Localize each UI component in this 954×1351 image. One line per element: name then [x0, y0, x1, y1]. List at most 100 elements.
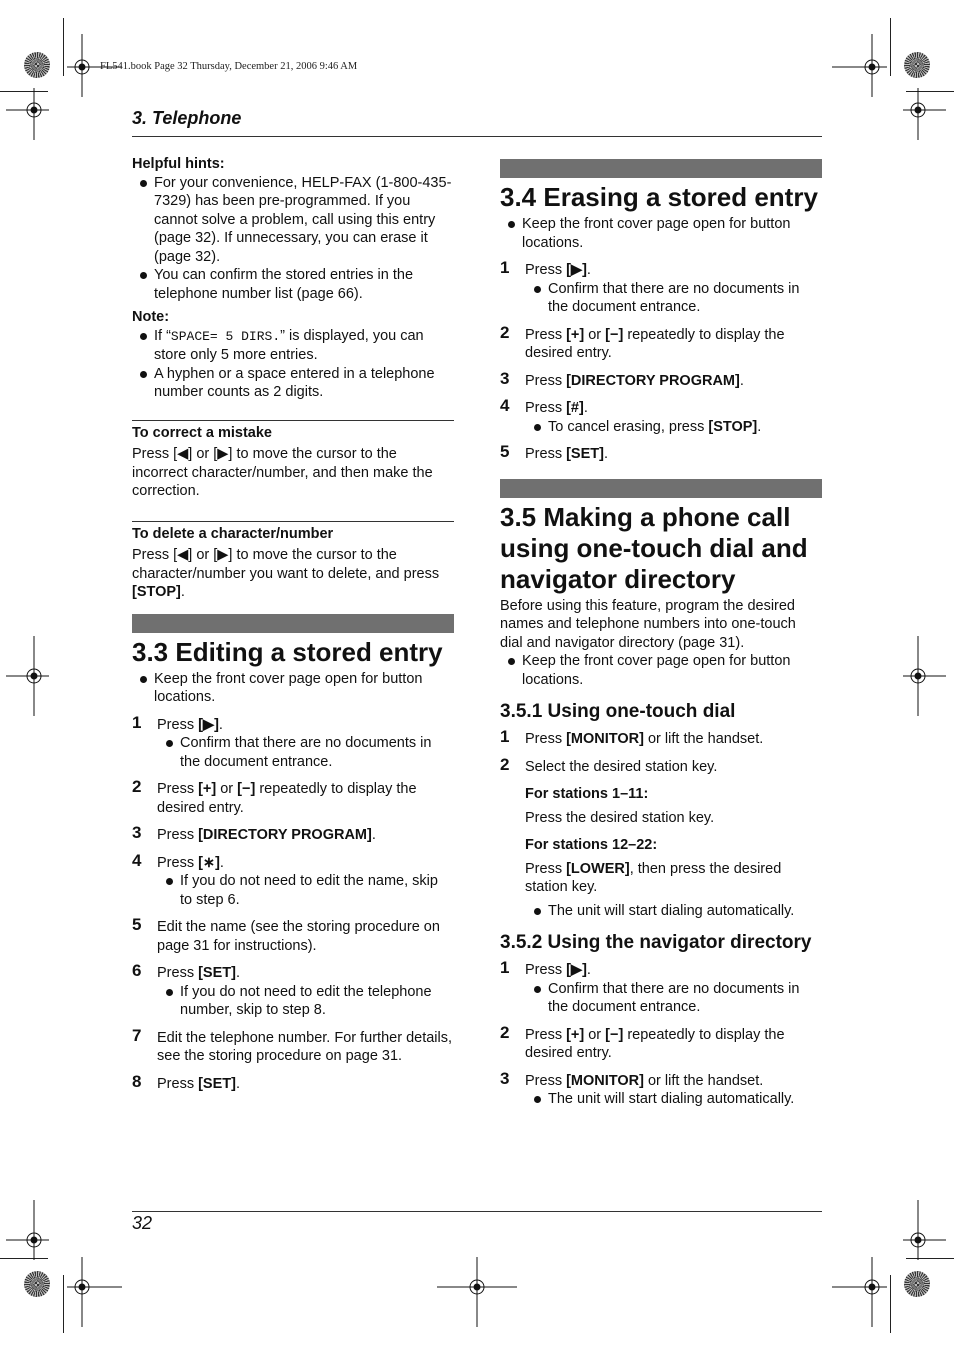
step-bullets: The unit will start dialing automaticall… — [525, 1090, 822, 1109]
list-item: If you do not need to edit the telephone… — [157, 983, 454, 1020]
text: . — [180, 584, 185, 600]
step-number: 4 — [500, 396, 510, 415]
registration-rosette-icon — [24, 1271, 50, 1297]
text: Press — [525, 262, 567, 278]
step-number: 1 — [500, 727, 510, 746]
list-item: The unit will start dialing automaticall… — [525, 902, 822, 921]
crosshair-icon — [832, 34, 887, 97]
right-arrow-key: [▶] — [566, 262, 587, 278]
text: . — [586, 962, 591, 978]
step-bullets: Confirm that there are no documents in t… — [525, 980, 822, 1017]
crosshair-icon — [903, 636, 946, 716]
text: Press — [157, 716, 199, 733]
list-item: Confirm that there are no documents in t… — [525, 980, 822, 1017]
step-number: 8 — [132, 1071, 142, 1091]
crosshair-icon — [832, 1257, 887, 1327]
correct-mistake-text: Press [◀] or [▶] to move the cursor to t… — [132, 446, 433, 499]
helpful-hints-list: For your convenience, HELP-FAX (1-800-43… — [132, 174, 454, 304]
list-item: Confirm that there are no documents in t… — [157, 734, 454, 771]
subsection-title-3-5-2: 3.5.2 Using the navigator directory — [500, 932, 812, 953]
step-bullets: Confirm that there are no documents in t… — [525, 280, 822, 317]
step: 5 Press [SET]. — [500, 442, 822, 464]
directory-program-key: [DIRECTORY PROGRAM] — [566, 372, 740, 389]
print-header: FL541.book Page 32 Thursday, December 21… — [100, 61, 358, 72]
section-title-3-5: 3.5 Making a phone call using one-touch … — [500, 501, 808, 594]
step-number: 7 — [132, 1025, 142, 1045]
crosshair-icon — [437, 1257, 517, 1327]
step: 1 Press [▶]. Confirm that there are no d… — [500, 958, 822, 1017]
pound-key: [#] — [566, 400, 584, 416]
text: Press — [525, 731, 567, 747]
step-number: 3 — [132, 823, 142, 842]
plus-key: [+] — [566, 1026, 585, 1043]
text: Select the desired station key. — [525, 758, 718, 775]
crosshair-icon — [6, 1200, 49, 1260]
footer-divider — [132, 1211, 822, 1212]
step-number: 2 — [500, 322, 510, 342]
crop-mark — [63, 1275, 64, 1333]
step-number: 3 — [500, 1068, 510, 1088]
crosshair-icon — [6, 636, 49, 716]
helpful-hints-title: Helpful hints: — [132, 156, 225, 172]
step-number: 5 — [500, 442, 510, 461]
correct-mistake-heading: To correct a mistake — [132, 424, 272, 441]
step-number: 1 — [500, 258, 510, 277]
list-item: Keep the front cover page open for butto… — [132, 670, 454, 707]
step: 3 Press [DIRECTORY PROGRAM]. — [500, 369, 822, 391]
text: Press — [525, 1072, 567, 1089]
page-number: 32 — [132, 1213, 153, 1233]
lower-key: [LOWER] — [566, 860, 630, 877]
delete-character-heading: To delete a character/number — [132, 525, 334, 542]
step-number: 6 — [132, 961, 142, 980]
text: To cancel erasing, press — [548, 418, 709, 435]
set-key: [SET] — [566, 446, 604, 462]
text: Press — [525, 1026, 567, 1043]
crop-mark — [906, 1258, 954, 1259]
text: . — [235, 1075, 240, 1092]
list-item: Keep the front cover page open for butto… — [500, 215, 822, 252]
stop-key: [STOP] — [708, 418, 758, 435]
section-intro: Before using this feature, program the d… — [500, 597, 796, 651]
step: 7 Edit the telephone number. For further… — [132, 1025, 454, 1066]
stations-12-22-label: For stations 12–22: — [525, 837, 658, 853]
step: 2 Press [+] or [−] repeatedly to display… — [500, 1022, 822, 1063]
crop-mark — [906, 91, 954, 92]
text: or lift the handset. — [643, 1072, 764, 1089]
right-arrow-key: [▶] — [566, 962, 587, 978]
delete-character-text: Press [◀] or [▶] to move the cursor to t… — [132, 546, 454, 602]
step-bullets: The unit will start dialing automaticall… — [525, 902, 822, 921]
list-item: For your convenience, HELP-FAX (1-800-43… — [132, 174, 454, 267]
text: Press — [525, 326, 567, 343]
asterisk-key: [∗] — [198, 854, 220, 871]
step: 1 Press [▶]. Confirm that there are no d… — [500, 258, 822, 317]
crosshair-icon — [67, 1257, 122, 1327]
text: Press — [157, 781, 199, 797]
text: Press — [157, 965, 199, 981]
text: . — [603, 446, 608, 462]
set-key: [SET] — [198, 1075, 236, 1092]
step: 2 Press [+] or [−] repeatedly to display… — [500, 322, 822, 363]
chapter-title: 3. Telephone — [132, 108, 242, 128]
step-number: 1 — [132, 712, 142, 732]
text: Press — [525, 860, 567, 877]
text: Press — [525, 400, 567, 416]
text: . — [583, 400, 588, 416]
step-number: 2 — [500, 1022, 510, 1042]
crop-mark — [63, 18, 64, 76]
stations-1-11-label: For stations 1–11: — [525, 786, 649, 802]
step-bullets: To cancel erasing, press [STOP]. — [525, 418, 822, 437]
directory-program-key: [DIRECTORY PROGRAM] — [198, 827, 372, 843]
display-message: SPACE= 5 DIRS. — [170, 328, 281, 344]
text: Edit the name (see the storing procedure… — [157, 919, 440, 954]
text: Press — [525, 372, 567, 389]
list-item: You can confirm the stored entries in th… — [132, 266, 454, 303]
registration-rosette-icon — [904, 52, 930, 78]
intro-list: Keep the front cover page open for butto… — [500, 215, 822, 252]
section-title-3-4: 3.4 Erasing a stored entry — [500, 182, 818, 212]
right-arrow-key: [▶] — [198, 716, 219, 733]
header-divider — [132, 136, 822, 137]
step-bullets: If you do not need to edit the name, ski… — [157, 872, 454, 909]
list-item: To cancel erasing, press [STOP]. — [525, 418, 822, 437]
step: 4 Press [#]. To cancel erasing, press [S… — [500, 396, 822, 437]
text: or — [216, 781, 238, 797]
